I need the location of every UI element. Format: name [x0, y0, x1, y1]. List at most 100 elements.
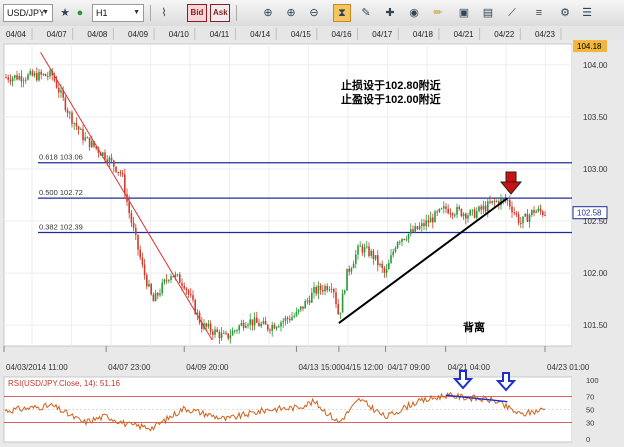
candle-body [209, 323, 212, 332]
candle-body [425, 220, 427, 227]
candle-body [317, 285, 320, 294]
candle-body [385, 269, 388, 273]
candle-body [484, 205, 487, 212]
candle-body [300, 306, 302, 310]
candle-body [372, 250, 375, 260]
candle-body [22, 80, 25, 82]
candle-body [9, 79, 12, 82]
candle-body [247, 324, 249, 326]
candle-body [315, 286, 317, 294]
bottom-date-label: 04/17 09:00 [388, 363, 431, 372]
candle-body [412, 229, 414, 232]
top-date-label: 04/11 [210, 30, 230, 39]
top-date-label: 04/21 [454, 30, 475, 39]
chart-canvas: 04/04 04/07 04/08 04/09 04/10 04/11 04/14 04/15… [0, 26, 624, 444]
candle-body [423, 223, 425, 227]
candle-body [295, 311, 298, 316]
candle-body [471, 209, 474, 211]
candle-body [108, 157, 111, 163]
price-tick-label: 102.00 [583, 269, 608, 278]
candle-body [11, 77, 14, 82]
candle-body [509, 199, 511, 207]
candle-body [537, 208, 540, 212]
candle-body [31, 71, 34, 76]
bottom-date-label: 04/21 04:00 [448, 363, 491, 372]
rsi-tick-label: 100 [586, 376, 599, 385]
candle-body [16, 75, 18, 80]
price-axis [572, 44, 624, 346]
top-date-label: 04/15 [291, 30, 312, 39]
candle-body [326, 285, 328, 291]
bottom-date-label: 04/23 01:00 [547, 363, 590, 372]
candle-body [106, 159, 108, 163]
candle-body [542, 211, 544, 216]
candle-body [480, 206, 482, 210]
candle-body [236, 330, 238, 332]
candle-body [427, 220, 430, 223]
candle-body [438, 208, 441, 212]
candle-body [143, 264, 146, 276]
candle-body [185, 288, 188, 291]
candle-body [377, 255, 379, 266]
candle-body [436, 211, 438, 213]
top-date-label: 04/14 [250, 30, 271, 39]
candle-body [251, 319, 254, 326]
candle-body [49, 70, 51, 77]
candle-body [29, 71, 31, 75]
top-date-label: 04/09 [128, 30, 149, 39]
candle-body [218, 332, 221, 339]
candle-body [163, 279, 166, 283]
candle-body [223, 332, 225, 334]
candle-body [418, 226, 421, 230]
candle-body [225, 332, 227, 334]
candle-body [36, 73, 38, 81]
take-profit-annotation: 止盈设于102.00附近 [341, 92, 441, 106]
candle-body [75, 122, 78, 127]
candle-body [95, 146, 97, 149]
candle-body [119, 172, 122, 174]
candle-body [473, 209, 476, 218]
bottom-date-label: 04/09 20:00 [186, 363, 229, 372]
candle-body [82, 129, 84, 141]
candle-body [66, 110, 69, 114]
top-date-label: 04/07 [47, 30, 68, 39]
candle-body [62, 90, 64, 98]
candle-body [102, 152, 104, 156]
candle-body [410, 229, 412, 234]
candle-body [80, 129, 82, 131]
candle-body [264, 321, 267, 325]
candle-body [113, 160, 115, 167]
candle-body [216, 329, 218, 333]
candle-body [396, 242, 399, 249]
top-date-label: 04/23 [535, 30, 556, 39]
candle-body [267, 324, 269, 330]
candle-body [181, 283, 183, 286]
candle-body [121, 173, 124, 175]
candle-body [456, 207, 458, 215]
candle-body [531, 209, 533, 216]
top-date-label: 04/08 [87, 30, 108, 39]
candle-body [229, 335, 232, 339]
candle-body [304, 301, 306, 309]
candle-body [513, 212, 515, 214]
candle-body [253, 317, 256, 326]
candle-body [73, 122, 75, 124]
candle-body [306, 300, 309, 302]
rsi-tick-label: 50 [586, 406, 594, 415]
candle-body [97, 148, 100, 153]
top-date-label: 04/17 [372, 30, 393, 39]
candle-body [42, 74, 45, 76]
candle-body [205, 323, 207, 327]
candle-body [432, 217, 434, 223]
candle-body [495, 201, 498, 203]
candle-body [260, 323, 262, 327]
candle-body [280, 322, 282, 327]
candle-body [88, 137, 91, 148]
top-date-label: 04/10 [169, 30, 190, 39]
candle-body [339, 312, 342, 315]
candle-body [227, 333, 229, 339]
candle-body [190, 294, 192, 296]
fib-level-label: 0.500 102.72 [39, 188, 83, 197]
candle-body [359, 245, 361, 247]
candle-body [401, 238, 403, 242]
